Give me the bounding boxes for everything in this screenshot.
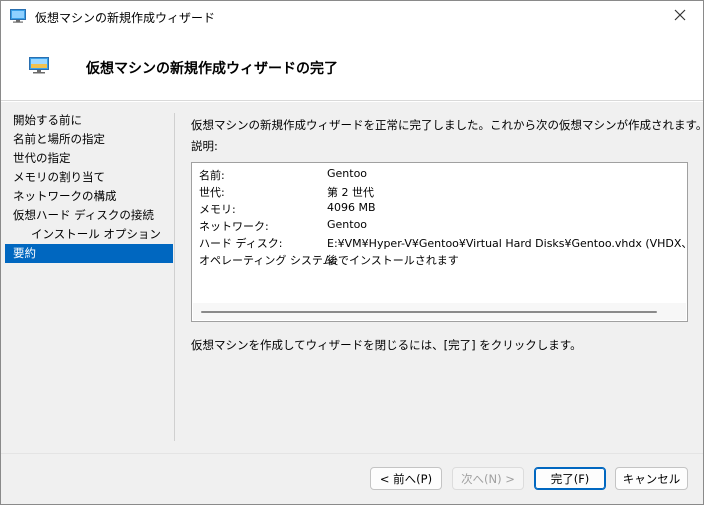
nav-item-installation-options[interactable]: インストール オプション	[5, 225, 173, 244]
cancel-button[interactable]: キャンセル	[615, 467, 688, 490]
summary-value: 4096 MB	[327, 201, 376, 214]
nav-item-networking[interactable]: ネットワークの構成	[5, 187, 173, 206]
vm-monitor-icon	[29, 57, 49, 75]
summary-key: ネットワーク:	[199, 220, 269, 233]
summary-key: 名前:	[199, 169, 225, 182]
nav-item-before-you-begin[interactable]: 開始する前に	[5, 111, 173, 130]
wizard-header: 仮想マシンの新規作成ウィザードの完了	[1, 32, 703, 101]
description-label: 説明:	[191, 139, 218, 153]
next-button[interactable]: 次へ(N) >	[452, 467, 524, 490]
window-title: 仮想マシンの新規作成ウィザード	[35, 11, 216, 25]
finish-button[interactable]: 完了(F)	[534, 467, 606, 490]
summary-key: メモリ:	[199, 203, 236, 216]
page-title: 仮想マシンの新規作成ウィザードの完了	[86, 61, 338, 77]
summary-value: Gentoo	[327, 167, 368, 180]
nav-item-generation[interactable]: 世代の指定	[5, 149, 173, 168]
summary-value: 後でインストールされます	[327, 254, 459, 267]
summary-value: Gentoo	[327, 218, 368, 231]
vm-monitor-icon	[10, 9, 26, 23]
close-icon	[674, 9, 686, 24]
title-bar: 仮想マシンの新規作成ウィザード	[1, 1, 703, 32]
close-button[interactable]	[657, 1, 703, 32]
nav-item-summary[interactable]: 要約	[5, 244, 173, 263]
summary-textbox[interactable]: 名前: Gentoo 世代: 第 2 世代 メモリ: 4096 MB ネットワー…	[191, 162, 688, 322]
scrollbar-thumb[interactable]	[201, 311, 657, 313]
prev-button[interactable]: < 前へ(P)	[370, 467, 442, 490]
nav-item-virtual-hard-disk[interactable]: 仮想ハード ディスクの接続	[5, 206, 173, 225]
horizontal-scrollbar[interactable]	[193, 303, 686, 320]
completion-message: 仮想マシンの新規作成ウィザードを正常に完了しました。これから次の仮想マシンが作成…	[191, 118, 704, 132]
wizard-window: 仮想マシンの新規作成ウィザード 仮想マシンの新規作成ウィザードの完了 開始する前…	[0, 0, 704, 505]
summary-key: ハード ディスク:	[199, 237, 283, 250]
nav-item-memory[interactable]: メモリの割り当て	[5, 168, 173, 187]
summary-value: 第 2 世代	[327, 186, 374, 199]
nav-item-name-location[interactable]: 名前と場所の指定	[5, 130, 173, 149]
summary-key: 世代:	[199, 186, 225, 199]
summary-value: E:¥VM¥Hyper-V¥Gentoo¥Virtual Hard Disks¥…	[327, 237, 687, 250]
footer-divider	[1, 453, 703, 454]
wizard-steps-nav: 開始する前に 名前と場所の指定 世代の指定 メモリの割り当て ネットワークの構成…	[5, 111, 173, 263]
summary-key: オペレーティング システム:	[199, 254, 338, 267]
nav-divider	[174, 113, 175, 441]
finish-instruction: 仮想マシンを作成してウィザードを閉じるには、[完了] をクリックします。	[191, 338, 582, 352]
